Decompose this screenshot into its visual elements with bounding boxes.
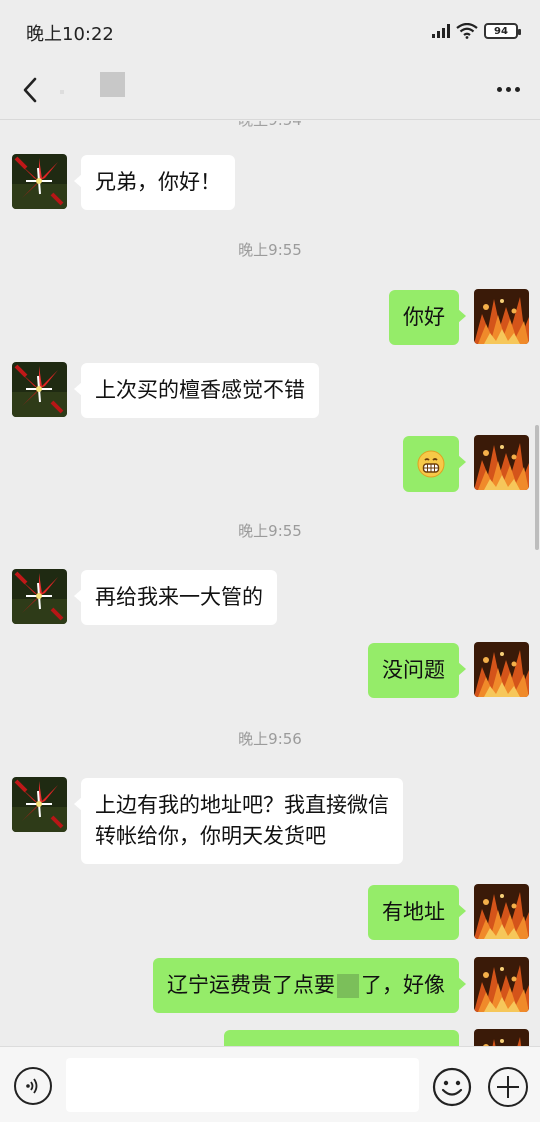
incoming-message[interactable]: 上边有我的地址吧？我直接微信 转帐给你，你明天发货吧 [74, 778, 403, 864]
chevron-left-icon [23, 77, 37, 103]
timestamp: 晚上9:56 [238, 730, 302, 748]
timestamp: 晚上9:55 [238, 241, 302, 259]
contact-name-redacted [100, 72, 125, 97]
outgoing-message[interactable]: 你好 [389, 290, 466, 345]
outgoing-message[interactable] [224, 1030, 459, 1046]
outgoing-message[interactable]: 有地址 [368, 885, 466, 940]
more-button[interactable] [490, 74, 526, 104]
status-icons: 94 [432, 22, 521, 40]
title-blur [60, 90, 64, 94]
timestamp: 晚上9:55 [238, 522, 302, 540]
my-avatar[interactable] [474, 1029, 529, 1046]
contact-avatar[interactable] [12, 362, 67, 417]
chat-area[interactable]: 晚上9:54 兄弟，你好！ 晚上9:55 你好 上次买的檀香感觉不错 晚上9:5… [0, 121, 540, 1046]
voice-icon [26, 1078, 38, 1094]
scrollbar[interactable] [535, 425, 539, 550]
back-button[interactable] [12, 72, 48, 108]
message-text: 辽宁运费贵了点要 [167, 973, 335, 997]
more-dots-icon [496, 86, 502, 92]
message-input[interactable] [66, 1058, 419, 1112]
nav-bar [0, 62, 540, 120]
emoji-button[interactable] [432, 1067, 472, 1107]
voice-button[interactable] [14, 1067, 52, 1105]
my-avatar[interactable] [474, 435, 529, 490]
status-time: 晚上10:22 [26, 24, 114, 45]
incoming-message[interactable]: 兄弟，你好！ [74, 155, 235, 210]
outgoing-message[interactable] [403, 436, 466, 492]
contact-avatar[interactable] [12, 154, 67, 209]
my-avatar[interactable] [474, 289, 529, 344]
grinning-face-emoji-icon [417, 450, 445, 478]
wifi-icon [456, 23, 478, 39]
timestamp: 晚上9:54 [0, 121, 540, 130]
outgoing-message[interactable]: 辽宁运费贵了点要 了，好像 [153, 958, 466, 1013]
message-line: 转帐给你，你明天发货吧 [95, 824, 326, 848]
incoming-message[interactable]: 再给我来一大管的 [74, 570, 277, 625]
input-bar [0, 1046, 540, 1122]
battery-icon: 94 [484, 23, 521, 39]
my-avatar[interactable] [474, 957, 529, 1012]
incoming-message[interactable]: 上次买的檀香感觉不错 [74, 363, 319, 418]
my-avatar[interactable] [474, 642, 529, 697]
my-avatar[interactable] [474, 884, 529, 939]
contact-avatar[interactable] [12, 777, 67, 832]
status-bar: 晚上10:22 94 [0, 0, 540, 62]
contact-avatar[interactable] [12, 569, 67, 624]
redacted-text [337, 974, 359, 998]
battery-level: 94 [494, 25, 508, 37]
message-text: 了，好像 [361, 973, 445, 997]
outgoing-message[interactable]: 没问题 [368, 643, 466, 698]
signal-icon [432, 24, 450, 38]
message-line: 上边有我的地址吧？我直接微信 [95, 793, 389, 817]
plus-button[interactable] [488, 1067, 528, 1107]
